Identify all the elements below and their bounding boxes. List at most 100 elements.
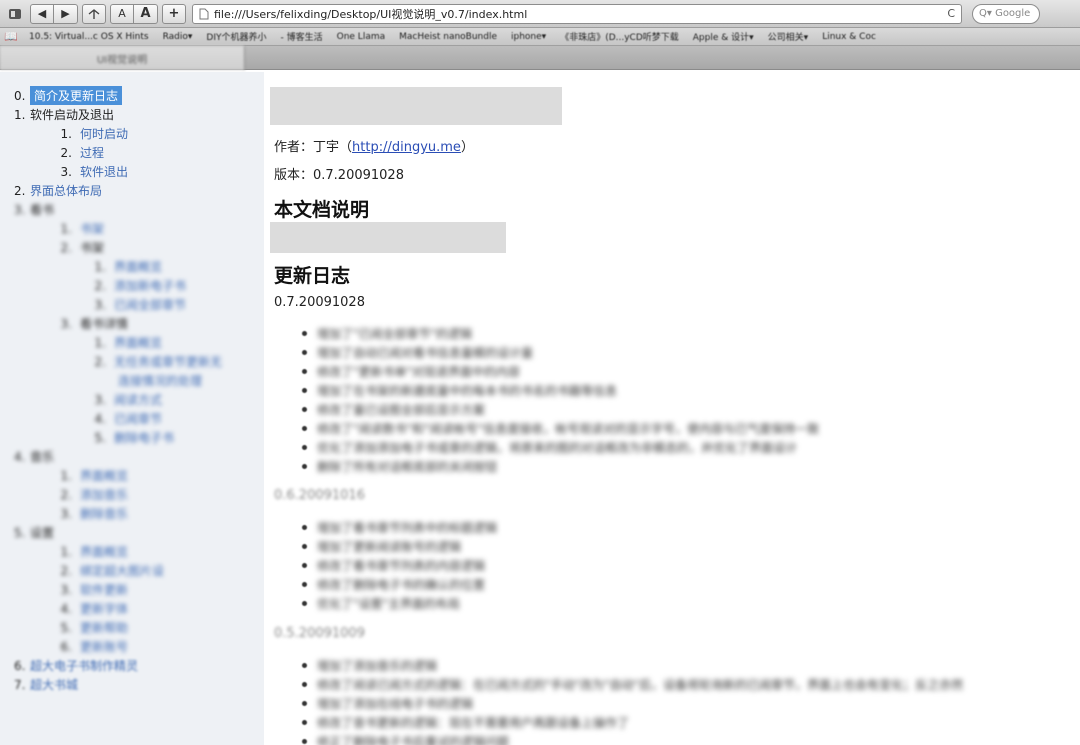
toc-item-label[interactable]: 简介及更新日志 <box>30 86 123 105</box>
toc-item-label[interactable]: 已阅章节 <box>114 410 162 427</box>
toc-item-label[interactable]: 更新账号 <box>80 638 128 655</box>
add-bookmark-button[interactable]: + <box>162 3 186 24</box>
toc-item[interactable]: 1. 界面概览 <box>0 257 264 276</box>
toc-item-label[interactable]: 无任务或章节更新无 <box>114 353 222 370</box>
bookmark-item[interactable]: DIY个机器养小 <box>199 30 273 43</box>
bookmark-item[interactable]: 10.5: Virtual...c OS X Hints <box>22 32 156 42</box>
toc-item[interactable]: 2. 无任务或章节更新无 <box>0 352 264 371</box>
toc-item[interactable]: 1. 界面概览 <box>0 466 264 485</box>
larger-text-button[interactable]: A <box>134 3 158 24</box>
bookmark-item[interactable]: One Llama <box>330 32 393 42</box>
toc-item[interactable]: 1. 软件启动及退出 <box>0 105 264 124</box>
toc-item-label[interactable]: 超大书城 <box>30 676 78 693</box>
bookmark-item[interactable]: Radio▾ <box>156 32 200 42</box>
toc-item-label[interactable]: 阅读方式 <box>114 391 162 408</box>
bookmark-item[interactable]: iphone▾ <box>504 32 553 42</box>
toc-item-label[interactable]: 界面概览 <box>114 258 162 275</box>
back-button[interactable]: ◀ <box>30 3 54 24</box>
forward-button[interactable]: ▶ <box>54 3 78 24</box>
bullet-icon <box>302 544 307 549</box>
toc-item-label[interactable]: 软件退出 <box>80 163 128 180</box>
toc-item-label[interactable]: 删除电子书 <box>114 429 174 446</box>
toc-item-label[interactable]: 看书详情 <box>80 315 128 332</box>
bookmark-item[interactable]: Linux & Coc <box>815 32 883 42</box>
toc-item[interactable]: 4. 音乐 <box>0 447 264 466</box>
toc-item[interactable]: 2. 过程 <box>0 143 264 162</box>
toc-item[interactable]: 3. 软件退出 <box>0 162 264 181</box>
toc-item-label[interactable]: 更新字体 <box>80 600 128 617</box>
changelog-item: 修改了阅读已阅方式的逻辑：在已阅方式的"手动"改为"自动"后，设备将轮询新的已阅… <box>270 675 963 694</box>
toc-item-label[interactable]: 软件启动及退出 <box>30 106 114 123</box>
search-field[interactable]: Q▾ Google <box>972 3 1040 24</box>
toc-item-label[interactable]: 添加新电子书 <box>114 277 186 294</box>
toc-item-label[interactable]: 过程 <box>80 144 104 161</box>
toc-item[interactable]: 4. 更新字体 <box>0 599 264 618</box>
toc-item[interactable]: 5. 删除电子书 <box>0 428 264 447</box>
toc-item-label[interactable]: 书架 <box>80 239 104 256</box>
toc-item[interactable]: 1. 何时启动 <box>0 124 264 143</box>
toc-item-label[interactable]: 界面概览 <box>80 543 128 560</box>
toc-item-label[interactable]: 界面概览 <box>114 334 162 351</box>
toc-item[interactable]: 3. 软件更新 <box>0 580 264 599</box>
nav-buttons: ◀ ▶ <box>30 3 78 24</box>
tab-active[interactable]: UI视觉说明 <box>0 46 245 70</box>
bookmarks-book-icon[interactable]: 📖 <box>0 30 22 43</box>
toc-item-number: 2. <box>60 145 72 160</box>
bullet-icon <box>302 445 307 450</box>
author-link[interactable]: http://dingyu.me <box>352 140 461 155</box>
toc-item-label[interactable]: 添加音乐 <box>80 486 128 503</box>
toc-item[interactable]: 5. 更新帮助 <box>0 618 264 637</box>
toc-item[interactable]: 2. 书架 <box>0 238 264 257</box>
toc-item-number: 5. <box>94 430 106 445</box>
toc-item[interactable]: 1. 书架 <box>0 219 264 238</box>
toc-item-label[interactable]: 已阅全部章节 <box>114 296 186 313</box>
toc-item-number: 1. <box>94 335 106 350</box>
bookmark-item[interactable]: - 博客生活 <box>274 30 330 43</box>
snapback-button[interactable] <box>82 3 106 24</box>
toc-item-label[interactable]: 设置 <box>30 524 54 541</box>
toc-item-number: 6. <box>60 639 72 654</box>
toc-item[interactable]: 3. 删除音乐 <box>0 504 264 523</box>
toc-item[interactable]: 4. 已阅章节 <box>0 409 264 428</box>
changelog-item-text: 增加了在书架的新建底量中的每本书的书名的书籍等信息 <box>317 384 618 398</box>
toc-item-label[interactable]: 更新帮助 <box>80 619 128 636</box>
toc-item-label[interactable]: 删除音乐 <box>80 505 128 522</box>
reload-icon[interactable]: C <box>947 7 955 20</box>
toc-item[interactable]: 2. 界面总体布局 <box>0 181 264 200</box>
author-label: 作者：丁宇（ <box>274 140 353 155</box>
toc-item[interactable]: 3. 看书 <box>0 200 264 219</box>
toc-item-label[interactable]: 超大电子书制作精灵 <box>30 657 138 674</box>
toc-item-label[interactable]: 何时启动 <box>80 125 128 142</box>
toc-item[interactable]: 1. 界面概览 <box>0 542 264 561</box>
bookmark-item[interactable]: 公司相关▾ <box>761 30 816 43</box>
toc-item[interactable]: 3. 阅读方式 <box>0 390 264 409</box>
toc-item[interactable]: 5. 设置 <box>0 523 264 542</box>
toc-item[interactable]: 2. 添加音乐 <box>0 485 264 504</box>
toc-item[interactable]: 6. 更新账号 <box>0 637 264 656</box>
window-menu-icon[interactable] <box>4 4 26 24</box>
toc-item[interactable]: 7. 超大书城 <box>0 675 264 694</box>
bookmark-item[interactable]: Apple & 设计▾ <box>686 30 761 43</box>
toc-item-label[interactable]: 软件更新 <box>80 581 128 598</box>
toc-item[interactable]: 6. 超大电子书制作精灵 <box>0 656 264 675</box>
toc-item[interactable]: 3. 已阅全部章节 <box>0 295 264 314</box>
toc-item[interactable]: 1. 界面概览 <box>0 333 264 352</box>
toc-item-number: 2. <box>60 240 72 255</box>
bookmark-item[interactable]: MacHeist nanoBundle <box>392 32 504 42</box>
toc-item-label[interactable]: 绑定超大图片设 <box>80 562 164 579</box>
address-bar[interactable]: file:///Users/felixding/Desktop/UI视觉说明_v… <box>192 3 962 24</box>
toc-item-label[interactable]: 看书 <box>30 201 54 218</box>
toc-item[interactable]: 2. 绑定超大图片设 <box>0 561 264 580</box>
toc-item-number: 7. <box>14 677 26 692</box>
toc-item-label[interactable]: 书架 <box>80 220 104 237</box>
smaller-text-button[interactable]: A <box>110 3 134 24</box>
toc-item[interactable]: 0. 简介及更新日志 <box>0 86 264 105</box>
changelog-item: 优化了"设置"主界面的布局 <box>270 594 497 613</box>
toc-item-label[interactable]: 界面总体布局 <box>30 182 102 199</box>
toc-item-label[interactable]: 音乐 <box>30 448 54 465</box>
toc-item[interactable]: 3. 看书详情 <box>0 314 264 333</box>
toc-item-label[interactable]: 界面概览 <box>80 467 128 484</box>
toc-item-continuation[interactable]: 连接情况的处理 <box>0 371 264 390</box>
toc-item[interactable]: 2. 添加新电子书 <box>0 276 264 295</box>
bookmark-item[interactable]: 《非珠店》(D...yCD听梦下载 <box>553 30 686 43</box>
